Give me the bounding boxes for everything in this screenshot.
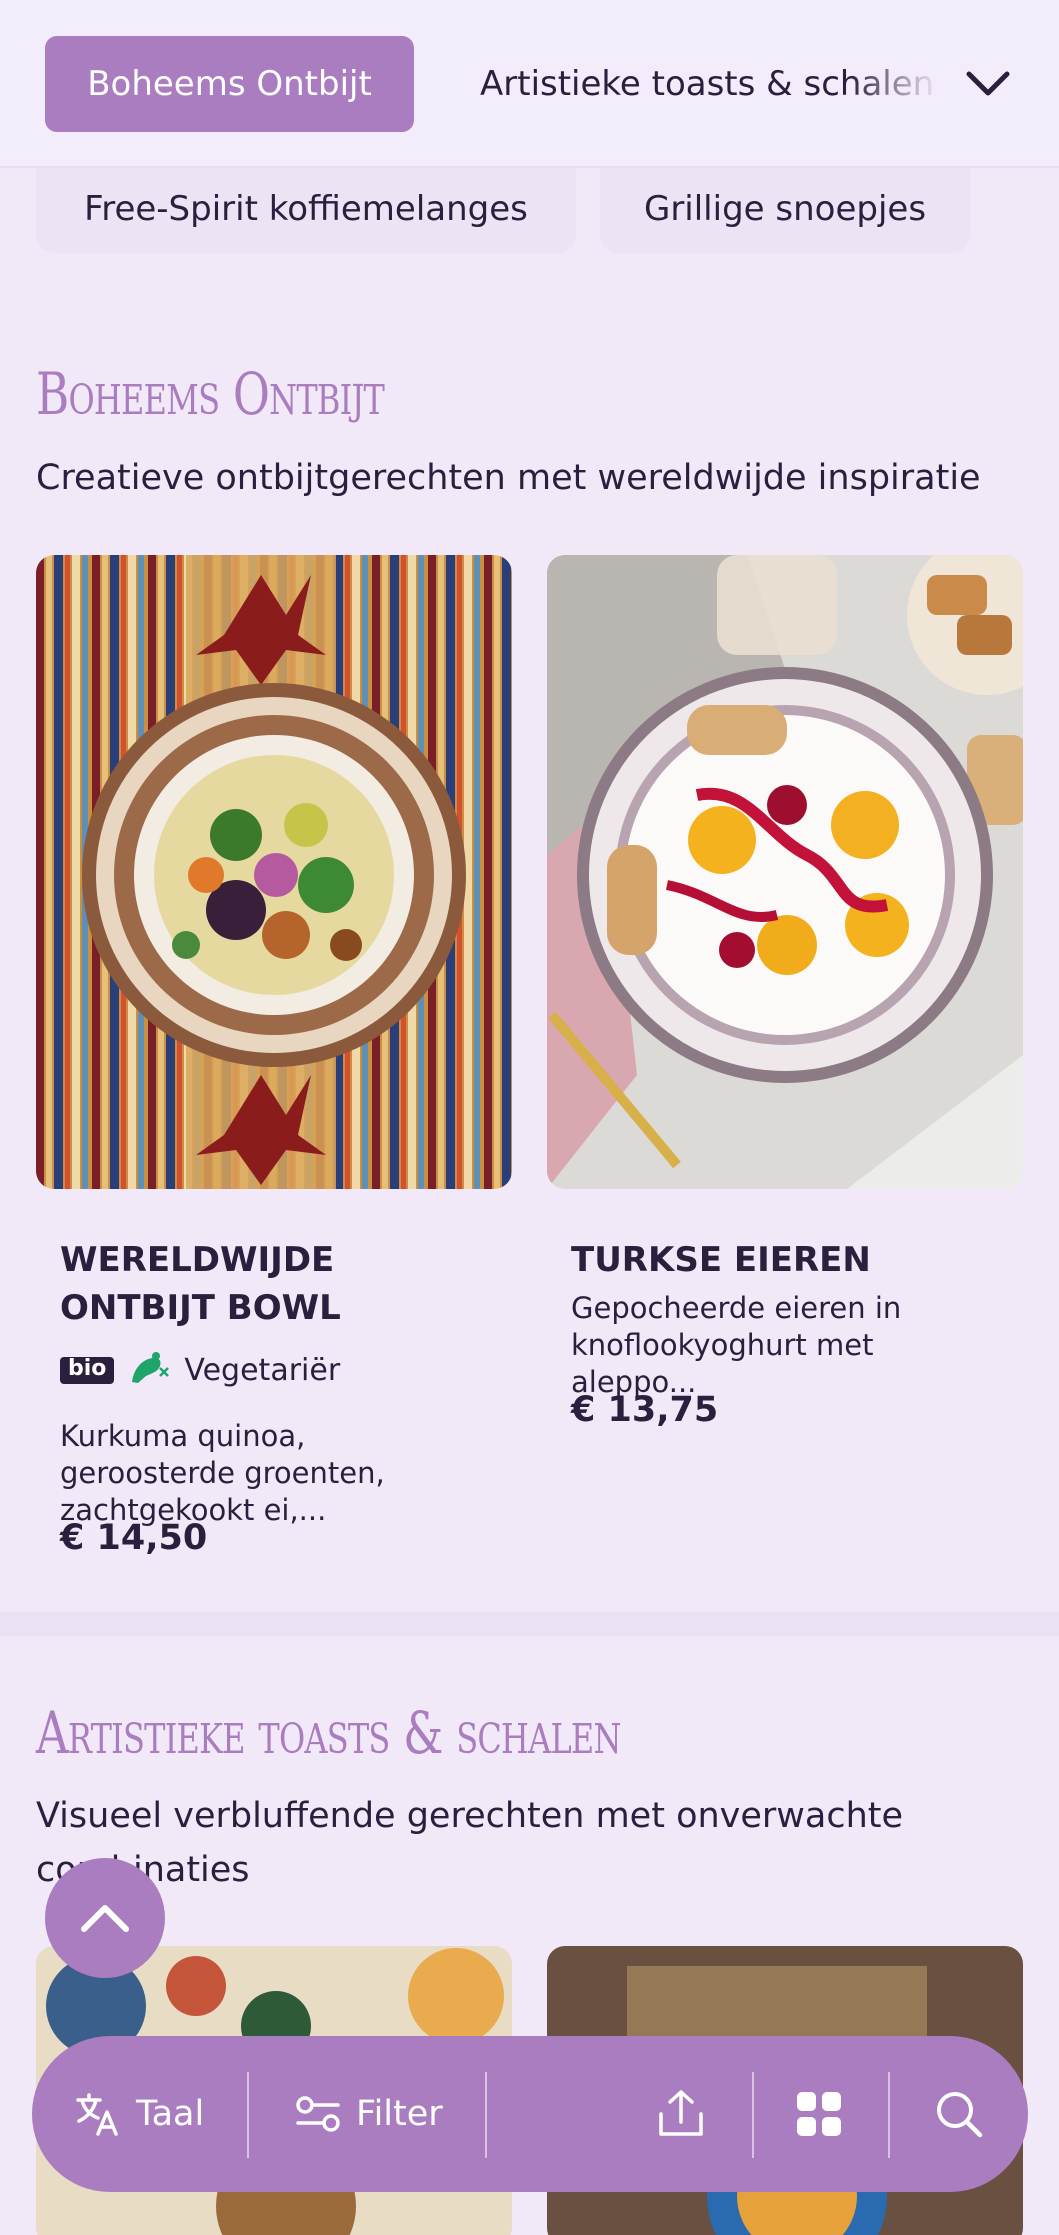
category-nav: Boheems Ontbijt Artistieke toasts & scha… [0, 0, 1059, 168]
toolbar-separator [485, 2072, 487, 2158]
chevron-down-icon[interactable] [960, 60, 1016, 108]
nav-tab-boheems-ontbijt[interactable]: Boheems Ontbijt [45, 36, 414, 132]
filter-icon [296, 2096, 340, 2132]
section-divider [0, 1612, 1059, 1636]
search-button[interactable] [934, 2036, 984, 2192]
language-label: Taal [136, 2094, 205, 2134]
turkish-eggs-photo[interactable] [547, 555, 1023, 1189]
share-icon [659, 2090, 703, 2136]
grid-icon [797, 2092, 841, 2136]
chevron-up-icon [81, 1905, 129, 1932]
item-price: € 14,50 [60, 1518, 208, 1558]
nav-chip-snoepjes[interactable]: Grillige snoepjes [600, 165, 970, 253]
scroll-to-top-button[interactable] [45, 1858, 165, 1978]
grid-view-button[interactable] [795, 2036, 843, 2192]
item-description: Gepocheerde eieren in knoflookyoghurt me… [571, 1291, 902, 1399]
toolbar-separator [247, 2072, 249, 2158]
vegetarian-icon [128, 1350, 170, 1390]
item-price: € 13,75 [571, 1390, 719, 1430]
nav-tab-artistieke-toasts[interactable]: Artistieke toasts & schalen [480, 36, 940, 132]
filter-button[interactable]: Filter [294, 2036, 443, 2192]
toolbar-separator [888, 2072, 890, 2158]
nav-chip-koffiemelanges[interactable]: Free-Spirit koffiemelanges [36, 165, 576, 253]
toolbar-separator [752, 2072, 754, 2158]
section-title: Boheems Ontbijt [36, 360, 385, 428]
search-icon [937, 2092, 983, 2138]
bio-badge: bio [60, 1356, 115, 1384]
bowl-photo[interactable] [36, 555, 512, 1189]
item-name[interactable]: Turkse eieren [571, 1236, 991, 1284]
section-title: Artistieke toasts & schalen [36, 1699, 621, 1767]
share-button[interactable] [656, 2036, 706, 2192]
section-subtitle: Visueel verbluffende gerechten met onver… [36, 1796, 904, 1890]
item-tags: bio Vegetariër [60, 1350, 340, 1390]
translate-icon [76, 2093, 118, 2136]
section-subtitle: Creatieve ontbijtgerechten met wereldwij… [36, 458, 981, 498]
bottom-toolbar: Taal Filter [32, 2036, 1028, 2192]
item-name[interactable]: Wereldwijde Ontbijt Bowl [60, 1236, 480, 1332]
filter-label: Filter [356, 2094, 443, 2134]
item-description: Kurkuma quinoa, geroosterde groenten, za… [60, 1419, 385, 1527]
diet-label: Vegetariër [184, 1352, 341, 1388]
language-button[interactable]: Taal [74, 2036, 204, 2192]
